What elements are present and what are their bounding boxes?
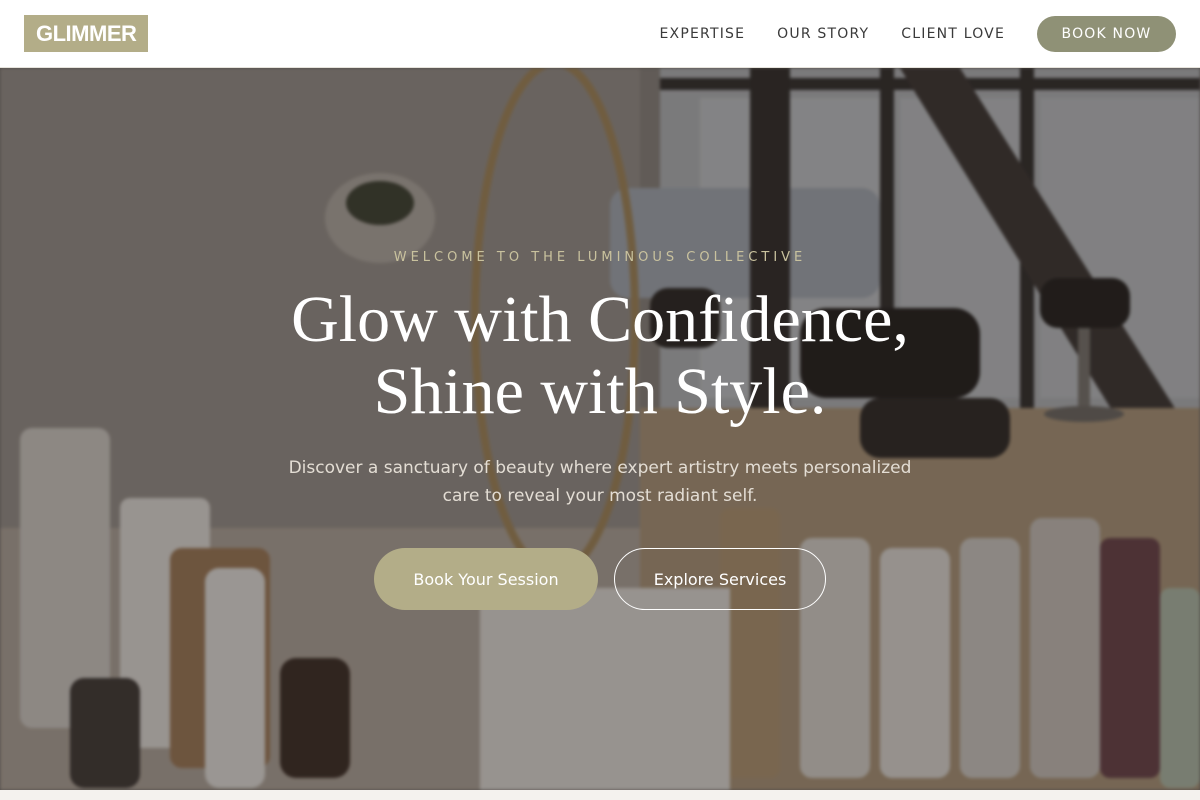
explore-services-button[interactable]: Explore Services [614,548,826,610]
hero-content: WELCOME TO THE LUMINOUS COLLECTIVE Glow … [0,68,1200,790]
site-header: GLIMMER EXPERTISE OUR STORY CLIENT LOVE … [0,0,1200,68]
hero-headline: Glow with Confidence, Shine with Style. [0,284,1200,428]
nav-item-our-story[interactable]: OUR STORY [777,26,869,42]
page-bottom-strip [0,790,1200,800]
main-nav: EXPERTISE OUR STORY CLIENT LOVE BOOK NOW [628,15,1176,52]
book-session-button[interactable]: Book Your Session [374,548,598,610]
book-now-button[interactable]: BOOK NOW [1037,15,1176,52]
logo[interactable]: GLIMMER [24,15,149,52]
hero-headline-line-1: Glow with Confidence, [291,283,909,356]
hero-subtext: Discover a sanctuary of beauty where exp… [288,458,912,506]
hero-headline-line-2: Shine with Style. [373,355,827,428]
nav-item-client-love[interactable]: CLIENT LOVE [901,26,1005,42]
nav-item-expertise[interactable]: EXPERTISE [660,26,746,42]
hero-eyebrow: WELCOME TO THE LUMINOUS COLLECTIVE [393,250,807,265]
